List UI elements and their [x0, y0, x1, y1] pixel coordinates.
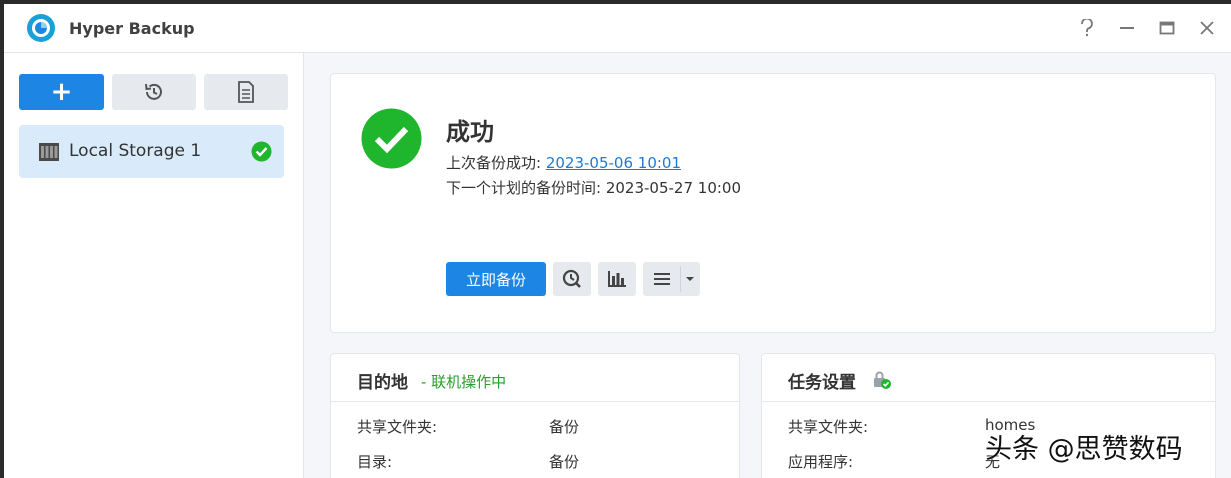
history-restore-icon — [145, 83, 162, 100]
success-check-icon — [251, 141, 272, 162]
backup-now-button[interactable]: 立即备份 — [446, 262, 546, 296]
statistics-chart-icon — [608, 271, 626, 287]
menu-list-icon — [654, 273, 670, 285]
close-icon[interactable] — [1195, 16, 1219, 40]
dropdown-caret-icon[interactable] — [685, 276, 695, 282]
encryption-lock-icon — [874, 371, 891, 389]
next-backup-time: 2023-05-27 10:00 — [605, 179, 742, 197]
app-title: Hyper Backup — [69, 19, 195, 38]
destination-directory-value: 备份 — [549, 453, 580, 471]
statistics-button[interactable] — [598, 262, 636, 296]
destination-shared-folder-label: 共享文件夹: — [357, 418, 438, 436]
log-document-icon — [238, 81, 254, 103]
settings-application-label: 应用程序: — [788, 453, 854, 471]
task-settings-header: 任务设置 — [762, 354, 1215, 402]
destination-shared-folder-value: 备份 — [549, 418, 580, 436]
more-actions-menu[interactable] — [643, 262, 700, 296]
add-task-button[interactable]: + — [19, 74, 104, 110]
task-sidebar: + Local Storage 1 — [4, 53, 304, 478]
destination-header: 目的地 - 联机操作中 — [331, 354, 739, 402]
version-list-button[interactable] — [553, 262, 591, 296]
destination-status: - 联机操作中 — [421, 373, 507, 391]
destination-directory-label: 目录: — [357, 453, 393, 471]
next-backup-line: 下一个计划的备份时间: 2023-05-27 10:00 — [446, 179, 742, 197]
maximize-icon[interactable] — [1155, 16, 1179, 40]
settings-shared-folder-label: 共享文件夹: — [788, 418, 869, 436]
hyper-backup-window: Hyper Backup + Local Storage 1 成功 上次备份成功… — [4, 4, 1231, 478]
log-button[interactable] — [204, 74, 288, 110]
destination-card: 目的地 - 联机操作中 共享文件夹: 备份 目录: 备份 — [330, 353, 740, 478]
storage-device-icon — [39, 143, 59, 161]
menu-divider — [680, 266, 681, 292]
destination-title: 目的地 — [357, 373, 408, 393]
title-bar: Hyper Backup — [4, 4, 1231, 53]
task-label: Local Storage 1 — [69, 141, 202, 161]
last-backup-line: 上次备份成功: 2023-05-06 10:01 — [446, 154, 682, 172]
task-settings-title: 任务设置 — [788, 373, 856, 393]
hyper-backup-logo-icon — [27, 14, 55, 42]
restore-button[interactable] — [112, 74, 196, 110]
version-clock-icon — [562, 269, 581, 288]
plus-icon: + — [50, 77, 73, 107]
status-title: 成功 — [446, 118, 494, 146]
help-icon[interactable] — [1075, 16, 1099, 40]
backup-status-card: 成功 上次备份成功: 2023-05-06 10:01 下一个计划的备份时间: … — [330, 73, 1216, 333]
task-item-local-storage-1[interactable]: Local Storage 1 — [19, 125, 284, 178]
minimize-icon[interactable] — [1115, 16, 1139, 40]
watermark-text: 头条 @思赞数码 — [985, 434, 1183, 465]
last-backup-time-link[interactable]: 2023-05-06 10:01 — [546, 154, 681, 172]
success-check-icon — [361, 108, 422, 169]
